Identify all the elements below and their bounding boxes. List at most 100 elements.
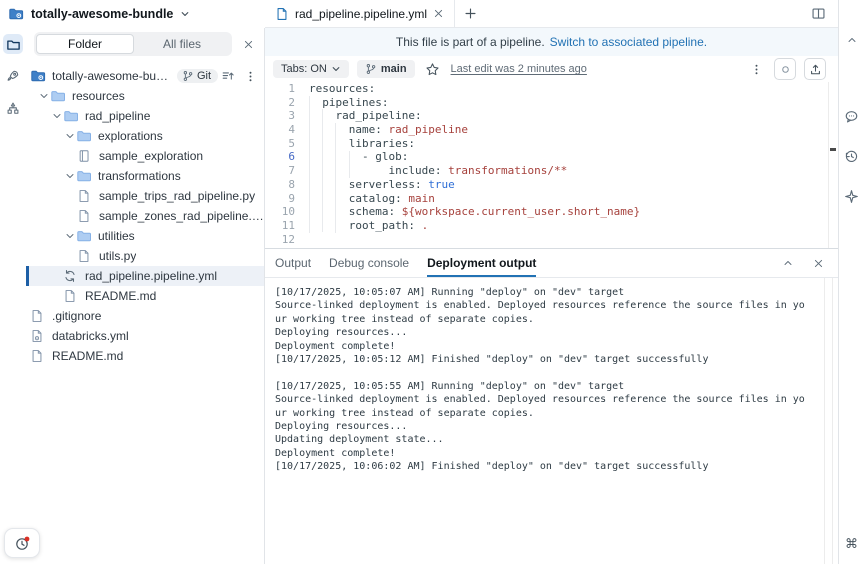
tree-row-rad-pipeline-pipeline-yml[interactable]: rad_pipeline.pipeline.yml	[26, 266, 264, 286]
chevron-down-icon[interactable]	[64, 230, 76, 242]
tab-all-files-label: All files	[163, 37, 201, 51]
tab-folder-label: Folder	[68, 37, 102, 51]
tree-item-label: utilities	[98, 229, 135, 243]
panel-tab-bar: Output Debug console Deployment output	[265, 249, 838, 278]
tab-debug-console[interactable]: Debug console	[329, 249, 409, 277]
chevron-down-icon[interactable]	[180, 9, 190, 19]
tree-row-rad-pipeline[interactable]: rad_pipeline	[26, 106, 264, 126]
rail-item-keyboard-shortcuts[interactable]: ⌘	[842, 534, 862, 554]
code-line-2[interactable]: 2 pipelines:	[265, 96, 838, 110]
line-number: 4	[265, 123, 309, 137]
code-line-7[interactable]: 7 include: transformations/**	[265, 164, 838, 178]
sidebar-header: Folder All files	[26, 28, 264, 60]
tree-row-readme-md[interactable]: README.md	[26, 286, 264, 306]
explorer-scope-tabs: Folder All files	[34, 32, 232, 56]
close-panel-button[interactable]	[808, 253, 828, 273]
code-text: serverless: true	[309, 178, 455, 192]
code-text: libraries:	[309, 137, 415, 151]
code-text: schema: ${workspace.current_user.short_n…	[309, 205, 640, 219]
rail-item-workflows-dag[interactable]	[3, 98, 23, 118]
collapse-panel-button[interactable]	[778, 253, 798, 273]
new-tab-button[interactable]	[455, 0, 485, 27]
clock-badge-icon	[14, 535, 31, 552]
close-tab-icon[interactable]	[433, 8, 444, 19]
rail-item-deploy-rocket[interactable]	[3, 66, 23, 86]
tree-row-sample-exploration[interactable]: sample_exploration	[26, 146, 264, 166]
deployment-output-body: [10/17/2025, 10:05:07 AM] Running "deplo…	[265, 278, 838, 564]
tab-all-files[interactable]: All files	[134, 34, 230, 54]
rail-item-collapse-panel[interactable]	[842, 30, 862, 50]
editor-kebab-menu[interactable]	[746, 59, 766, 79]
git-branch-icon	[365, 63, 377, 75]
sort-tree-button[interactable]	[218, 66, 238, 86]
share-icon	[809, 63, 822, 76]
chevron-down-icon[interactable]	[51, 110, 63, 122]
tree-row-sample-zones-rad-pipeline-py[interactable]: sample_zones_rad_pipeline.py	[26, 206, 264, 226]
code-line-3[interactable]: 3 rad_pipeline:	[265, 109, 838, 123]
rail-item-folder-panel[interactable]	[3, 34, 23, 54]
chevron-down-icon[interactable]	[64, 130, 76, 142]
tree-row-databricks-yml[interactable]: databricks.yml	[26, 326, 264, 346]
code-line-12[interactable]: 12	[265, 233, 838, 247]
tab-debug-console-label: Debug console	[329, 256, 409, 270]
panel-scrollbar[interactable]	[824, 278, 833, 564]
git-branch-pill[interactable]: main	[357, 60, 415, 78]
databricks-editor-window: totally-awesome-bundle Folder All files …	[0, 0, 864, 564]
switch-to-pipeline-link[interactable]: Switch to associated pipeline.	[550, 35, 707, 49]
tree-kebab-menu[interactable]	[240, 66, 260, 86]
line-number: 8	[265, 178, 309, 192]
share-button[interactable]	[804, 58, 826, 80]
last-edit-status[interactable]: Last edit was 2 minutes ago	[451, 63, 587, 75]
git-pill[interactable]: Git	[177, 69, 218, 83]
code-line-8[interactable]: 8 serverless: true	[265, 178, 838, 192]
folder-icon	[63, 108, 79, 124]
log-line: [10/17/2025, 10:05:55 AM] Running "deplo…	[275, 380, 807, 393]
tree-row--gitignore[interactable]: .gitignore	[26, 306, 264, 326]
tree-row-totally-awesome-bundle[interactable]: totally-awesome-bundleGit	[26, 66, 264, 86]
log-line: Deployment complete!	[275, 447, 807, 460]
code-line-4[interactable]: 4 name: rad_pipeline	[265, 123, 838, 137]
tab-output[interactable]: Output	[275, 249, 311, 277]
tabs-toggle-dropdown[interactable]: Tabs: ON	[273, 60, 349, 78]
rail-item-assistant[interactable]	[842, 186, 862, 206]
recents-clock-button[interactable]	[4, 528, 40, 558]
split-editor-button[interactable]	[808, 4, 828, 24]
chevron-up-icon	[782, 257, 794, 269]
tab-folder[interactable]: Folder	[36, 34, 134, 54]
tree-row-sample-trips-rad-pipeline-py[interactable]: sample_trips_rad_pipeline.py	[26, 186, 264, 206]
tab-output-label: Output	[275, 256, 311, 270]
tree-row-resources[interactable]: resources	[26, 86, 264, 106]
code-line-11[interactable]: 11 root_path: .	[265, 219, 838, 233]
tree-row-readme-md[interactable]: README.md	[26, 346, 264, 366]
line-number: 7	[265, 164, 309, 178]
rail-item-version-history[interactable]	[842, 146, 862, 166]
tree-row-utils-py[interactable]: utils.py	[26, 246, 264, 266]
cursor-position-marker	[830, 148, 836, 151]
code-editor[interactable]: 1resources:2 pipelines:3 rad_pipeline:4 …	[265, 82, 838, 248]
chevron-down-icon[interactable]	[38, 90, 50, 102]
favorite-button[interactable]	[423, 59, 443, 79]
close-sidebar-button[interactable]	[238, 34, 258, 54]
code-text: resources:	[309, 82, 375, 96]
editor-tab-rad-pipeline[interactable]: rad_pipeline.pipeline.yml	[265, 0, 455, 27]
indent-guide	[349, 151, 350, 178]
code-line-9[interactable]: 9 catalog: main	[265, 192, 838, 206]
code-line-5[interactable]: 5 libraries:	[265, 137, 838, 151]
close-icon	[243, 39, 254, 50]
overview-ruler[interactable]	[828, 82, 838, 248]
log-line: [10/17/2025, 10:06:02 AM] Finished "depl…	[275, 460, 807, 473]
log-line: Updating deployment state...	[275, 433, 807, 446]
code-line-6[interactable]: 6 - glob:	[265, 150, 838, 164]
chevron-down-icon[interactable]	[64, 170, 76, 182]
tree-row-transformations[interactable]: transformations	[26, 166, 264, 186]
bundle-title[interactable]: totally-awesome-bundle	[31, 7, 173, 21]
tree-row-utilities[interactable]: utilities	[26, 226, 264, 246]
folder-icon	[50, 88, 66, 104]
indent-guide	[335, 123, 336, 233]
tree-row-explorations[interactable]: explorations	[26, 126, 264, 146]
code-line-1[interactable]: 1resources:	[265, 82, 838, 96]
status-circle-button[interactable]	[774, 58, 796, 80]
code-line-10[interactable]: 10 schema: ${workspace.current_user.shor…	[265, 205, 838, 219]
tab-deployment-output[interactable]: Deployment output	[427, 249, 536, 277]
rail-item-comments[interactable]	[842, 106, 862, 126]
